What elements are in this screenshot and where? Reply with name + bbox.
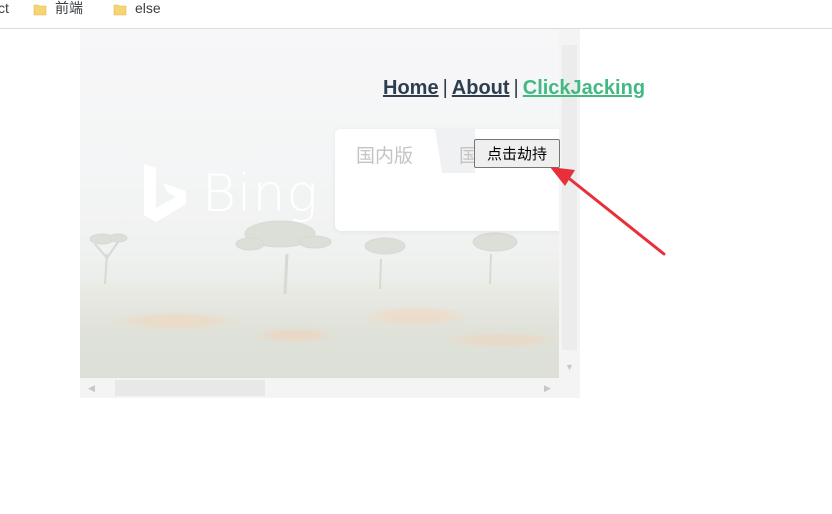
top-nav: Home | About | ClickJacking [383, 77, 645, 100]
horizontal-scrollbar[interactable]: ◀ ▶ [80, 378, 559, 398]
horizontal-scroll-thumb[interactable] [115, 380, 265, 396]
nav-link-home[interactable]: Home [383, 77, 439, 99]
nav-separator: | [442, 77, 448, 99]
folder-icon [113, 2, 127, 16]
bookmark-folder-frontend[interactable]: 前端 [33, 0, 83, 16]
bookmark-label: 前端 [55, 0, 83, 16]
tab-domestic[interactable]: 国内版 [356, 141, 413, 168]
scroll-down-arrow-icon[interactable]: ▼ [565, 363, 574, 372]
nav-link-about[interactable]: About [452, 77, 510, 99]
bookmarks-bar: ct 前端 else [0, 0, 832, 29]
bing-logo: Bing [142, 164, 319, 224]
bookmark-item-ct[interactable]: ct [0, 0, 9, 16]
bing-wordmark: Bing [202, 164, 319, 224]
nav-link-clickjacking[interactable]: ClickJacking [523, 77, 645, 99]
bing-mark-icon [144, 164, 186, 222]
scroll-left-arrow-icon[interactable]: ◀ [88, 384, 95, 393]
bookmark-folder-else[interactable]: else [113, 0, 161, 16]
folder-icon [33, 2, 47, 16]
click-hijack-button[interactable]: 点击劫持 [474, 139, 560, 168]
scrollbar-corner [559, 378, 580, 398]
bookmark-label: else [135, 0, 161, 16]
bookmark-label: ct [0, 0, 9, 16]
nav-separator: | [513, 77, 519, 99]
scroll-right-arrow-icon[interactable]: ▶ [544, 384, 551, 393]
